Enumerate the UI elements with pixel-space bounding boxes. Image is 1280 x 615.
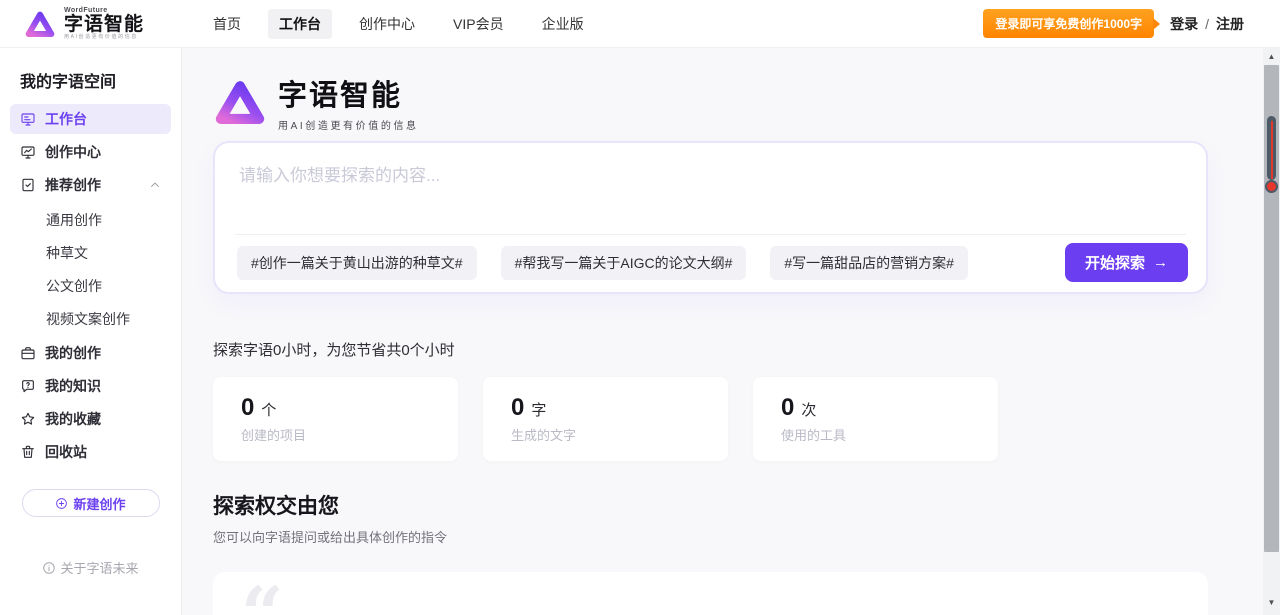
sidebar-item-label: 推荐创作 xyxy=(45,175,101,195)
hero-brand-name: 字语智能 xyxy=(278,72,419,114)
hero-triangle-icon xyxy=(213,77,267,127)
brand-micro-tagline: 用AI创造更有价值的信息 xyxy=(64,35,144,40)
document-check-icon xyxy=(20,177,36,193)
about-label: 关于字语未来 xyxy=(60,558,138,577)
briefcase-icon xyxy=(20,345,36,361)
new-creation-button[interactable]: 新建创作 xyxy=(22,489,160,517)
stat-value: 0 xyxy=(511,394,524,422)
login-promo-badge[interactable]: 登录即可享免费创作1000字 xyxy=(983,9,1154,38)
register-link[interactable]: 注册 xyxy=(1216,14,1244,34)
scrollbar-down-arrow[interactable]: ▼ xyxy=(1263,599,1280,607)
stat-label: 生成的文字 xyxy=(511,425,728,444)
stat-label: 使用的工具 xyxy=(781,425,998,444)
example-prompts-card: “ 字语智能是什么? 嘿，帮我创作一篇北京出游攻略 xyxy=(213,572,1208,615)
stat-value: 0 xyxy=(241,394,254,422)
sidebar: 我的字语空间 工作台 创作中心 推荐创作 通用创作 种草文 公文创作 视频文案创 xyxy=(0,48,182,615)
arrow-right-icon: → xyxy=(1153,254,1168,271)
page-scrollbar: ▲ ▼ xyxy=(1263,48,1280,615)
thermometer-stem xyxy=(1267,116,1276,180)
prompt-chip-aigc[interactable]: #帮我写一篇关于AIGC的论文大纲# xyxy=(501,246,747,280)
nav-creation-center[interactable]: 创作中心 xyxy=(348,9,426,39)
sidebar-item-my-creations[interactable]: 我的创作 xyxy=(10,338,171,368)
info-circle-icon xyxy=(42,561,56,575)
sidebar-item-creation-center[interactable]: 创作中心 xyxy=(10,137,171,167)
sidebar-title: 我的字语空间 xyxy=(0,68,181,92)
stats-summary: 探索字语0小时，为您节省共0个小时 xyxy=(213,339,1280,360)
sidebar-item-recycle-bin[interactable]: 回收站 xyxy=(10,437,171,467)
hero-brand: 字语智能 用AI创造更有价值的信息 xyxy=(213,72,1280,132)
sidebar-item-my-favorites[interactable]: 我的收藏 xyxy=(10,404,171,434)
start-explore-label: 开始探索 xyxy=(1085,252,1145,273)
header-brand-logo[interactable]: WordFuture 字语智能 用AI创造更有价值的信息 xyxy=(24,7,176,40)
sidebar-subitem-video-copy[interactable]: 视频文案创作 xyxy=(0,302,181,335)
start-explore-button[interactable]: 开始探索 → xyxy=(1065,243,1188,282)
top-header: WordFuture 字语智能 用AI创造更有价值的信息 首页 工作台 创作中心… xyxy=(0,0,1280,48)
brand-triangle-icon xyxy=(24,9,56,39)
quote-mark-icon: “ xyxy=(241,578,284,615)
search-input[interactable] xyxy=(215,143,1206,234)
nav-workbench[interactable]: 工作台 xyxy=(268,9,332,39)
chat-question-icon xyxy=(20,378,36,394)
brand-name: 字语智能 xyxy=(64,15,144,35)
sidebar-subitem-seeding[interactable]: 种草文 xyxy=(0,236,181,269)
sidebar-item-label: 我的收藏 xyxy=(45,409,101,429)
sidebar-item-label: 回收站 xyxy=(45,442,87,462)
nav-enterprise[interactable]: 企业版 xyxy=(531,9,595,39)
stat-unit: 个 xyxy=(261,399,276,420)
scroll-thermometer-indicator xyxy=(1265,116,1278,193)
login-link[interactable]: 登录 xyxy=(1170,14,1198,34)
thermometer-bulb xyxy=(1265,180,1278,193)
plus-circle-icon xyxy=(55,497,68,510)
trash-icon xyxy=(20,444,36,460)
prompt-chip-huangshan[interactable]: #创作一篇关于黄山出游的种草文# xyxy=(237,246,477,280)
auth-links: 登录 / 注册 xyxy=(1170,14,1244,34)
hero-tagline: 用AI创造更有价值的信息 xyxy=(278,117,419,132)
sidebar-item-workbench[interactable]: 工作台 xyxy=(10,104,171,134)
sidebar-item-label: 我的创作 xyxy=(45,343,101,363)
explore-section-subtitle: 您可以向字语提问或给出具体创作的指令 xyxy=(213,527,1280,546)
stat-value: 0 xyxy=(781,394,794,422)
nav-vip[interactable]: VIP会员 xyxy=(442,9,515,39)
prompt-chip-dessert[interactable]: #写一篇甜品店的营销方案# xyxy=(770,246,968,280)
stat-label: 创建的项目 xyxy=(241,425,458,444)
star-icon xyxy=(20,411,36,427)
stat-card-tools: 0 次 使用的工具 xyxy=(753,377,998,461)
nav-home[interactable]: 首页 xyxy=(202,9,252,39)
sidebar-subitem-official[interactable]: 公文创作 xyxy=(0,269,181,302)
stat-card-words: 0 字 生成的文字 xyxy=(483,377,728,461)
sidebar-item-label: 工作台 xyxy=(45,109,87,129)
explore-section-title: 探索权交由您 xyxy=(213,490,1280,520)
chevron-up-icon[interactable] xyxy=(149,179,161,191)
search-card: #创作一篇关于黄山出游的种草文# #帮我写一篇关于AIGC的论文大纲# #写一篇… xyxy=(213,141,1208,294)
stat-unit: 次 xyxy=(801,399,816,420)
new-creation-label: 新建创作 xyxy=(73,494,125,513)
monitor-icon xyxy=(20,111,36,127)
stat-unit: 字 xyxy=(531,399,546,420)
stat-card-projects: 0 个 创建的项目 xyxy=(213,377,458,461)
main-content: 字语智能 用AI创造更有价值的信息 #创作一篇关于黄山出游的种草文# #帮我写一… xyxy=(182,48,1280,615)
sidebar-item-my-knowledge[interactable]: 我的知识 xyxy=(10,371,171,401)
thermometer-mercury xyxy=(1271,121,1273,179)
sidebar-item-recommended[interactable]: 推荐创作 xyxy=(10,170,171,200)
stat-cards: 0 个 创建的项目 0 字 生成的文字 0 次 使用的工具 xyxy=(213,377,1280,461)
monitor-chart-icon xyxy=(20,144,36,160)
about-link[interactable]: 关于字语未来 xyxy=(0,558,181,577)
sidebar-item-label: 我的知识 xyxy=(45,376,101,396)
sidebar-subitem-general[interactable]: 通用创作 xyxy=(0,203,181,236)
scrollbar-up-arrow[interactable]: ▲ xyxy=(1263,53,1280,61)
main-nav: 首页 工作台 创作中心 VIP会员 企业版 xyxy=(202,9,595,39)
sidebar-item-label: 创作中心 xyxy=(45,142,101,162)
auth-separator: / xyxy=(1205,16,1209,32)
